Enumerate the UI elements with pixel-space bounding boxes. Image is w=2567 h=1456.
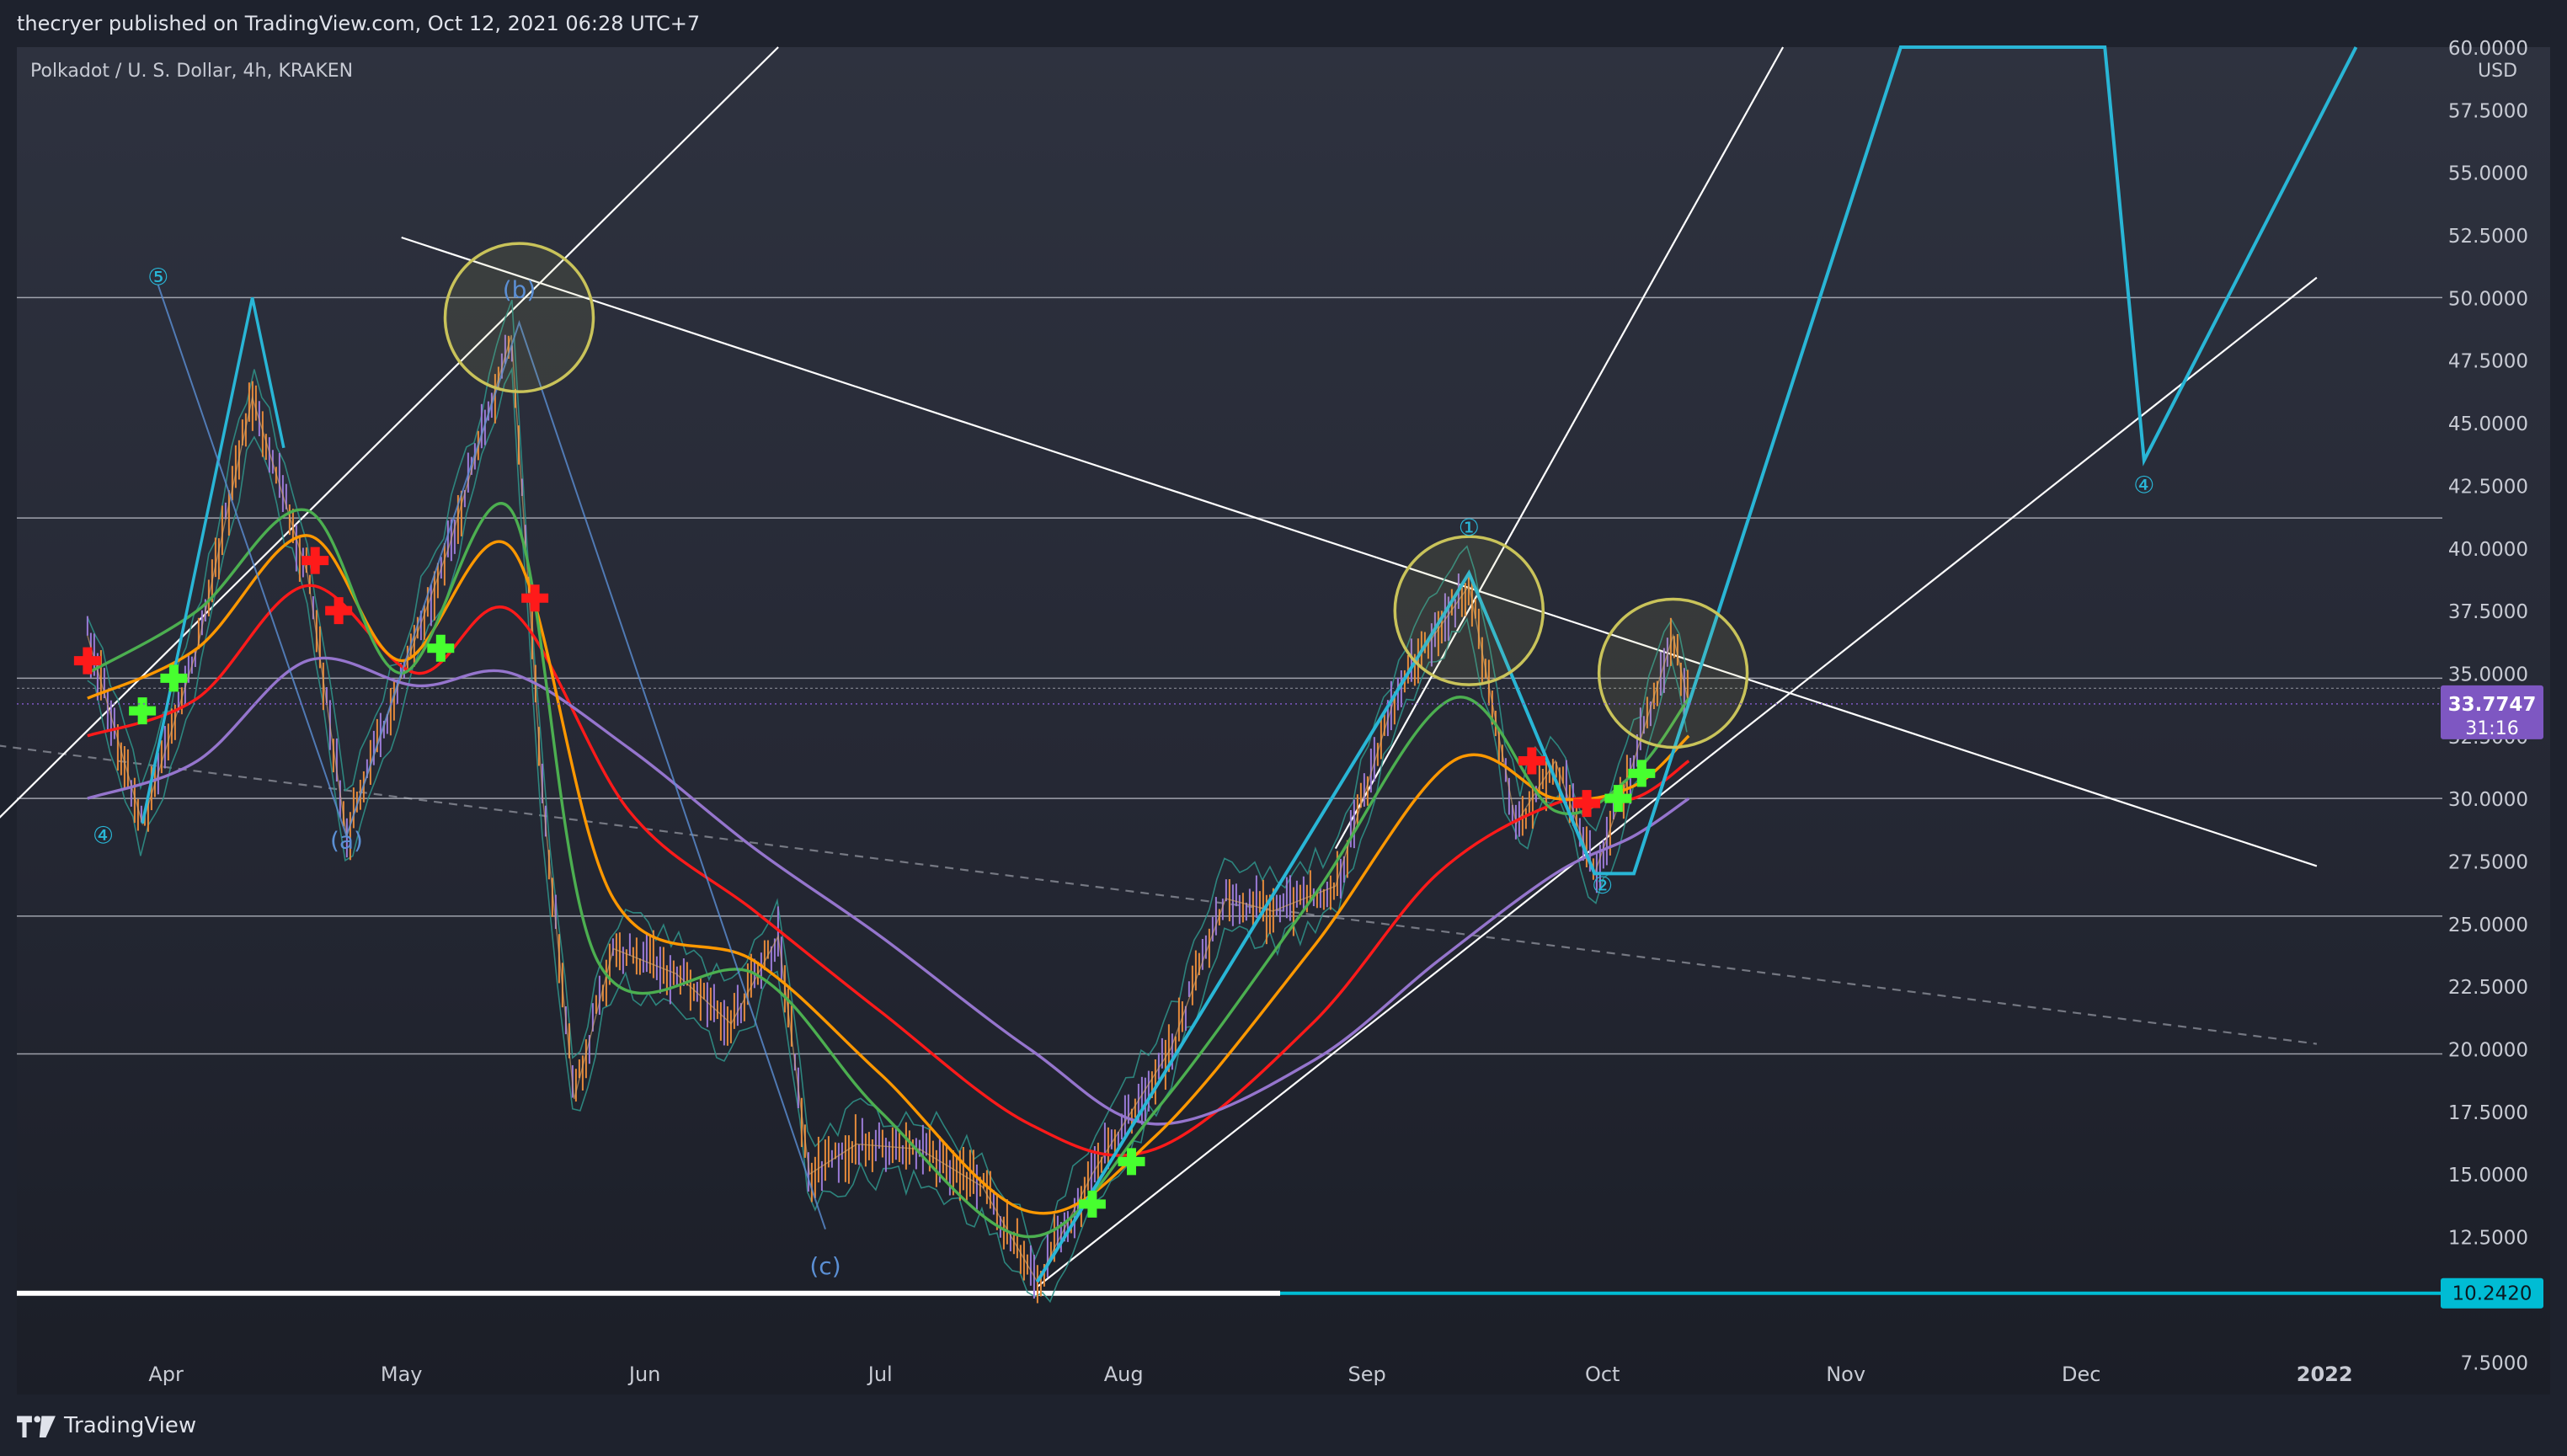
tradingview-brand[interactable]: TradingView [17, 1413, 196, 1438]
sell-signal-2 [325, 597, 353, 625]
y-tick-3: 52.5000 [2448, 226, 2528, 248]
price-line [87, 334, 1689, 1283]
buy-signal-8 [427, 634, 455, 662]
wave-label-1: ④ [93, 822, 114, 850]
trendline-2 [0, 46, 779, 819]
x-tick-1: May [381, 1363, 423, 1386]
x-tick-2: Jun [627, 1363, 661, 1386]
y-tick-13: 27.5000 [2448, 852, 2528, 874]
trendline-3 [1036, 276, 2318, 1288]
currency-label: USD [2478, 61, 2518, 82]
highlight-circle-0 [443, 242, 595, 393]
y-tick-6: 45.0000 [2448, 413, 2528, 435]
wave-labels: ⑤ ④ (a) (b) (c) ① ② ④ [93, 264, 2154, 1281]
last-price-value: 33.7747 [2448, 694, 2537, 716]
x-tick-9: 2022 [2297, 1363, 2353, 1386]
wave-label-5: ① [1459, 514, 1480, 541]
x-tick-4: Aug [1104, 1363, 1144, 1386]
x-tick-5: Sep [1348, 1363, 1385, 1386]
y-tick-12: 30.0000 [2448, 789, 2528, 811]
y-tick-15: 22.5000 [2448, 977, 2528, 999]
x-tick-0: Apr [148, 1363, 184, 1386]
buy-signal-9 [1078, 1190, 1106, 1218]
wave-label-6: ② [1592, 872, 1613, 899]
y-tick-7: 42.5000 [2448, 476, 2528, 498]
trendline-1 [0, 744, 2318, 1045]
brand-name: TradingView [64, 1413, 197, 1438]
y-tick-18: 15.0000 [2448, 1165, 2528, 1187]
last-price-countdown: 31:16 [2465, 718, 2518, 739]
y-tick-16: 20.0000 [2448, 1040, 2528, 1062]
y-tick-2: 55.0000 [2448, 163, 2528, 185]
y-tick-20: 7.5000 [2461, 1352, 2528, 1374]
highlight-circle-2 [1597, 597, 1749, 749]
lower-envelope [87, 366, 1688, 1304]
footer: TradingView [0, 1395, 2567, 1456]
y-tick-0: 60.0000 [2448, 38, 2528, 60]
y-tick-8: 40.0000 [2448, 539, 2528, 561]
x-tick-6: Oct [1585, 1363, 1620, 1386]
x-tick-7: Nov [1826, 1363, 1865, 1386]
x-tick-3: Jul [867, 1363, 893, 1386]
chart-title: Polkadot / U. S. Dollar, 4h, KRAKEN [30, 61, 354, 82]
wave-label-4: (c) [809, 1252, 841, 1280]
axes: 60.0000 57.5000 55.0000 52.5000 50.0000 47.50… [17, 38, 2543, 1386]
price-chart[interactable]: ⑤ ④ (a) (b) (c) ① ② ④ 60.0000 57.5000 55.0000 52.5… [0, 0, 2567, 1456]
wave-label-7: ④ [2133, 471, 2154, 499]
price-path [86, 300, 1689, 1304]
highlight-circles [443, 242, 1749, 749]
y-tick-4: 50.0000 [2448, 288, 2528, 310]
y-tick-5: 47.5000 [2448, 351, 2528, 373]
wave-label-3: (b) [503, 275, 536, 303]
wave-correction-line [157, 285, 826, 1229]
wave-label-0: ⑤ [147, 264, 168, 291]
support-tag-value: 10.2420 [2452, 1283, 2532, 1305]
y-tick-10: 35.0000 [2448, 664, 2528, 685]
wave-label-2: (a) [330, 827, 363, 855]
y-tick-9: 37.5000 [2448, 601, 2528, 623]
y-tick-19: 12.5000 [2448, 1228, 2528, 1250]
y-tick-14: 25.0000 [2448, 915, 2528, 936]
y-tick-1: 57.5000 [2448, 100, 2528, 122]
wave-earlier-line [141, 297, 286, 824]
tradingview-logo-icon [17, 1416, 56, 1437]
x-tick-8: Dec [2062, 1363, 2100, 1386]
highlight-circle-1 [1393, 535, 1545, 686]
sell-signal-3 [521, 584, 549, 612]
trendlines [0, 46, 2318, 1288]
y-tick-17: 17.5000 [2448, 1102, 2528, 1124]
